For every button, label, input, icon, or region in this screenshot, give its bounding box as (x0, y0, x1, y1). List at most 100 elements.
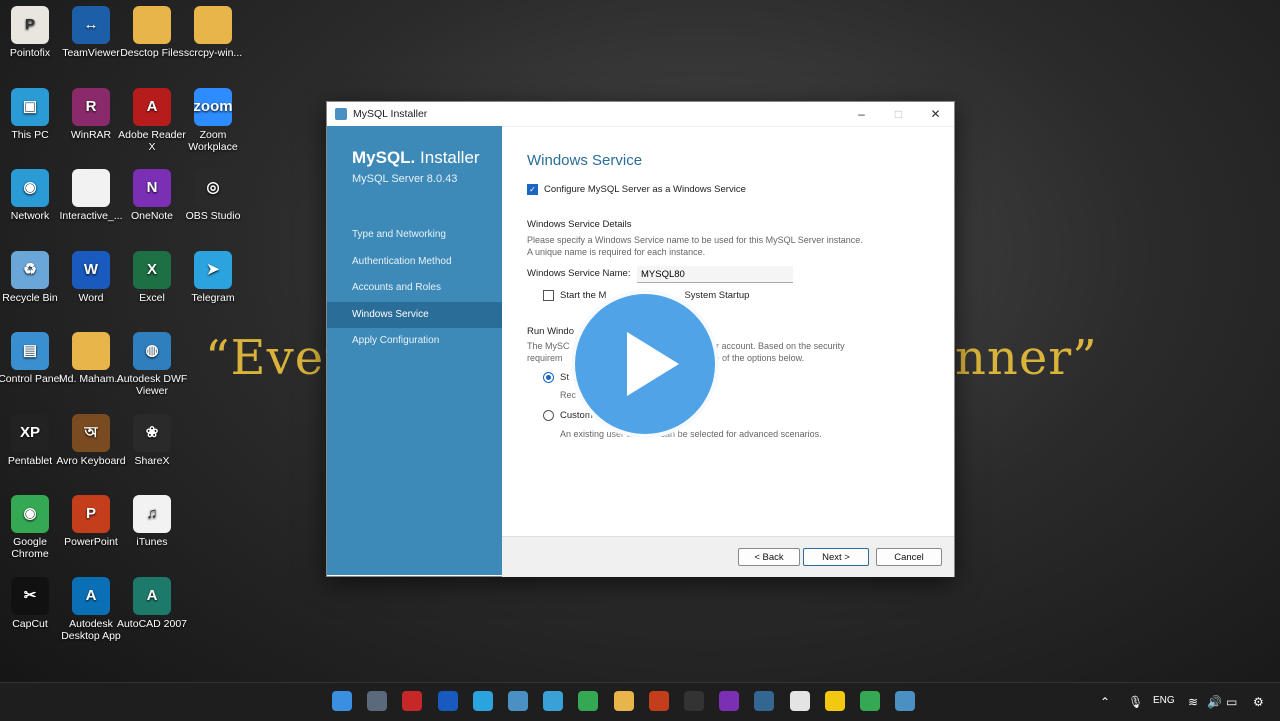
run-heading: Run Windo (527, 326, 574, 337)
avro-keyboard-icon: অ (72, 414, 110, 452)
config-steps: Type and Networking Authentication Metho… (327, 222, 502, 355)
step-apply-configuration[interactable]: Apply Configuration (327, 328, 502, 355)
mysql-logo: MySQL. Installer (352, 148, 480, 168)
wifi-icon[interactable]: ≋ (1188, 695, 1198, 709)
page-title: Windows Service (527, 152, 642, 169)
radio-selected-icon (543, 372, 554, 383)
desktop-icon-label: OBS Studio (177, 210, 249, 222)
checkmark-icon: ✓ (527, 184, 538, 195)
taskbar-postgres-icon[interactable] (754, 691, 774, 711)
pentablet-icon: XP (11, 414, 49, 452)
step-windows-service[interactable]: Windows Service (327, 302, 502, 329)
taskbar-notepad-icon[interactable] (508, 691, 528, 711)
configure-service-label: Configure MySQL Server as a Windows Serv… (544, 184, 746, 195)
desktop-icon-itunes[interactable]: ♫iTunes (116, 495, 188, 548)
autodesk-dwf-viewer-icon: ◍ (133, 332, 171, 370)
desktop-icon-telegram[interactable]: ➤ Telegram (177, 251, 249, 304)
step-accounts-and-roles[interactable]: Accounts and Roles (327, 275, 502, 302)
taskbar-start-icon[interactable] (332, 691, 352, 711)
desktop-icon-label: Autodesk DWF Viewer (116, 373, 188, 397)
chevron-up-icon[interactable]: ⌃ (1100, 695, 1110, 709)
taskbar-photos-icon[interactable] (543, 691, 563, 711)
desktop-icon-autocad-2007[interactable]: A AutoCAD 2007 (116, 577, 188, 630)
details-heading: Windows Service Details (527, 219, 632, 230)
taskbar-word-icon[interactable] (438, 691, 458, 711)
button-bar: < Back Next > Cancel (502, 536, 954, 577)
maximize-button[interactable]: □ (880, 107, 917, 121)
scrcpy-win-icon (194, 6, 232, 44)
sharex-icon: ❀ (133, 414, 171, 452)
taskbar-telegram-icon[interactable] (473, 691, 493, 711)
autocad-2007-icon: A (133, 577, 171, 615)
minimize-button[interactable]: – (843, 107, 880, 121)
close-button[interactable]: ✕ (917, 107, 954, 121)
desktop-icon-obs-studio[interactable]: ◎ OBS Studio (177, 169, 249, 222)
battery-icon[interactable]: ▭ (1226, 695, 1237, 709)
network-icon: ◉ (11, 169, 49, 207)
standard-account-radio[interactable]: St (543, 372, 569, 383)
powerpoint-icon: P (72, 495, 110, 533)
excel-icon: X (133, 251, 171, 289)
standard-account-description: Rec (560, 389, 576, 401)
language-indicator[interactable]: ENG (1153, 695, 1175, 706)
desktop-icon-autodesk-dwf-viewer[interactable]: ◍ Autodesk DWF Viewer (116, 332, 188, 397)
settings-gear-icon[interactable]: ⚙ (1253, 695, 1264, 709)
this-pc-icon: ▣ (11, 88, 49, 126)
wallpaper-quote-right: nner” (955, 330, 1098, 386)
run-description-1a: The MySC (527, 340, 570, 352)
standard-account-label: St (560, 372, 569, 383)
taskbar-file-explorer-icon[interactable] (614, 691, 634, 711)
recycle-bin-icon: ♻ (11, 251, 49, 289)
mysql-app-icon (335, 108, 347, 120)
desktop-icon-label: Telegram (177, 292, 249, 304)
taskbar-power-bi-icon[interactable] (825, 691, 845, 711)
taskbar-chrome-alt-icon[interactable] (860, 691, 880, 711)
step-type-and-networking[interactable]: Type and Networking (327, 222, 502, 249)
desktop-icon-zoom-workplace[interactable]: zoomZoom Workplace (177, 88, 249, 153)
details-description-2: A unique name is required for each insta… (527, 246, 705, 258)
back-button[interactable]: < Back (738, 548, 800, 566)
service-name-label: Windows Service Name: (527, 268, 630, 279)
radio-unselected-icon (543, 410, 554, 421)
checkbox-empty-icon (543, 290, 554, 301)
step-authentication-method[interactable]: Authentication Method (327, 249, 502, 276)
brand-installer: Installer (420, 148, 480, 167)
desktop-icon-sharex[interactable]: ❀ ShareX (116, 414, 188, 467)
taskbar-onenote-icon[interactable] (719, 691, 739, 711)
video-play-button[interactable] (571, 290, 719, 438)
control-panel-icon: ▤ (11, 332, 49, 370)
desktop-icon-label: AutoCAD 2007 (116, 618, 188, 630)
google-chrome-icon: ◉ (11, 495, 49, 533)
mysql-brand: MySQL. Installer MySQL Server 8.0.43 (352, 148, 480, 185)
md-maham-icon (72, 332, 110, 370)
windows-service-panel: Windows Service ✓ Configure MySQL Server… (502, 126, 954, 536)
taskbar-obs-icon[interactable] (684, 691, 704, 711)
taskbar-paint-icon[interactable] (790, 691, 810, 711)
configure-service-checkbox[interactable]: ✓ Configure MySQL Server as a Windows Se… (527, 184, 746, 195)
volume-icon[interactable]: 🔊 (1207, 695, 1222, 709)
title-bar: MySQL Installer – □ ✕ (327, 102, 954, 127)
pointofix-icon: P (11, 6, 49, 44)
details-description-1: Please specify a Windows Service name to… (527, 234, 863, 246)
run-description-2a: requirem (527, 352, 563, 364)
telegram-icon: ➤ (194, 251, 232, 289)
taskbar-mysql-icon[interactable] (402, 691, 422, 711)
taskbar-camera-icon[interactable] (367, 691, 387, 711)
desktop-icon-scrcpy-win[interactable]: scrcpy-win... (177, 6, 249, 59)
desktop-icon-label: Zoom Workplace (177, 129, 249, 153)
microphone-icon[interactable]: 🎙 (1128, 695, 1143, 709)
service-name-input[interactable] (637, 266, 793, 283)
word-icon: W (72, 251, 110, 289)
next-button[interactable]: Next > (803, 548, 869, 566)
installer-sidebar: MySQL. Installer MySQL Server 8.0.43 Typ… (327, 126, 502, 575)
desktop-icon-label: ShareX (116, 455, 188, 467)
obs-studio-icon: ◎ (194, 169, 232, 207)
cancel-button[interactable]: Cancel (876, 548, 942, 566)
taskbar-mysql-installer-icon[interactable] (895, 691, 915, 711)
capcut-icon: ✂ (11, 577, 49, 615)
server-version: MySQL Server 8.0.43 (352, 173, 480, 185)
taskbar-chrome-icon[interactable] (578, 691, 598, 711)
teamviewer-icon: ↔ (72, 6, 110, 44)
taskbar-powerpoint-icon[interactable] (649, 691, 669, 711)
desktop-icon-label: iTunes (116, 536, 188, 548)
